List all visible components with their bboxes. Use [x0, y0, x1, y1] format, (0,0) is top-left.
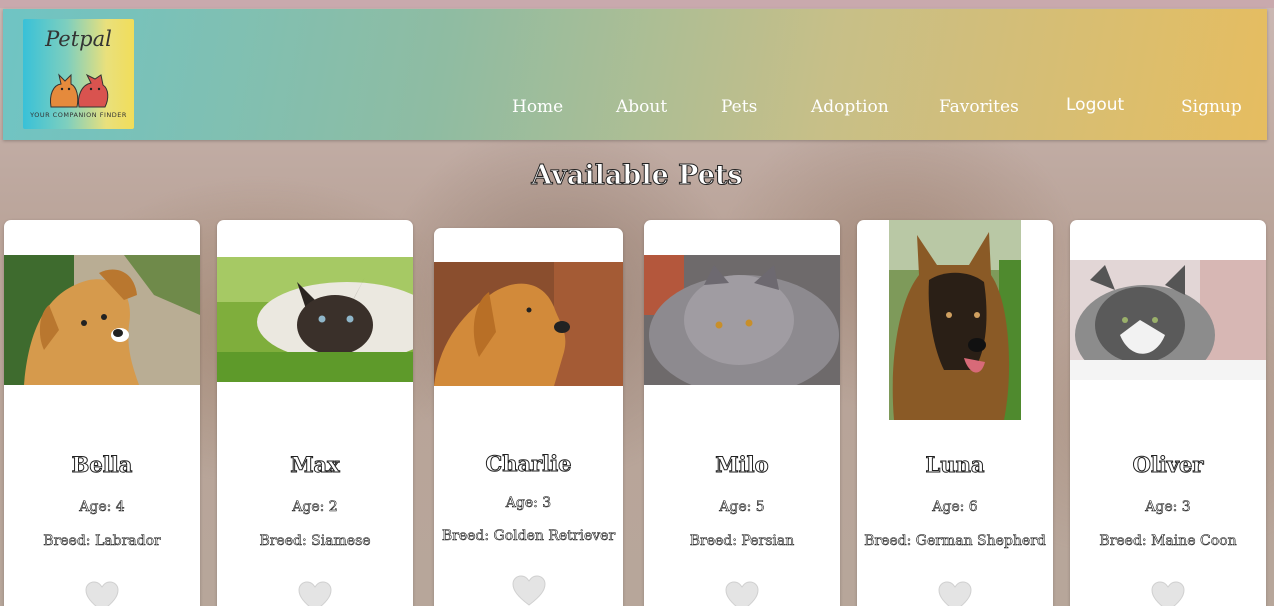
nav-favorites-link[interactable]: Favorites — [939, 97, 1019, 117]
pet-card[interactable]: Luna Age: 6 Breed: German Shepherd — [857, 220, 1053, 606]
pet-breed: Breed: Golden Retriever — [441, 528, 616, 545]
logo-tagline: YOUR COMPANION FINDER — [30, 111, 127, 119]
logo-wordmark: Petpal — [45, 27, 112, 51]
favorite-heart-icon[interactable] — [724, 581, 760, 606]
pet-photo — [1070, 260, 1266, 380]
site-logo[interactable]: Petpal YOUR COMPANION FINDER — [23, 19, 134, 129]
favorite-heart-icon[interactable] — [1150, 581, 1186, 606]
favorite-heart-icon[interactable] — [84, 581, 120, 606]
pet-name: Bella — [71, 452, 133, 478]
page-top-strip — [0, 0, 1274, 8]
site-header: Petpal YOUR COMPANION FINDER Home About … — [3, 9, 1267, 140]
pet-age: Age: 3 — [505, 495, 552, 512]
pet-name: Luna — [925, 452, 985, 478]
pet-card[interactable]: Milo Age: 5 Breed: Persian — [644, 220, 840, 606]
pet-breed: Breed: German Shepherd — [864, 533, 1046, 550]
cat-photo-icon — [644, 255, 840, 385]
favorite-heart-icon[interactable] — [937, 581, 973, 606]
pet-photo — [4, 255, 200, 385]
pet-age: Age: 6 — [932, 499, 978, 516]
pet-name: Max — [290, 452, 340, 478]
pet-age: Age: 4 — [79, 499, 125, 516]
pet-photo — [434, 262, 623, 386]
favorite-heart-icon[interactable] — [297, 581, 333, 606]
dog-photo-icon — [4, 255, 200, 385]
pet-name: Milo — [715, 452, 769, 478]
nav-home-link[interactable]: Home — [512, 97, 563, 117]
pet-breed: Breed: Labrador — [43, 533, 161, 550]
nav-pets-link[interactable]: Pets — [721, 97, 757, 117]
pet-card[interactable]: Max Age: 2 Breed: Siamese — [217, 220, 413, 606]
pet-age: Age: 5 — [719, 499, 765, 516]
nav-signup-link[interactable]: Signup — [1181, 97, 1242, 117]
dog-photo-icon — [889, 220, 1021, 420]
page-title: Available Pets — [531, 160, 743, 192]
pet-photo — [644, 255, 840, 385]
pet-card[interactable]: Oliver Age: 3 Breed: Maine Coon — [1070, 220, 1266, 606]
pet-name: Charlie — [485, 451, 572, 477]
pet-breed: Breed: Siamese — [259, 533, 371, 550]
favorite-heart-icon[interactable] — [511, 575, 547, 606]
pet-breed: Breed: Maine Coon — [1099, 533, 1237, 550]
pet-photo — [217, 257, 413, 382]
pet-card[interactable]: Bella Age: 4 Breed: Labrador — [4, 220, 200, 606]
nav-about-link[interactable]: About — [616, 97, 667, 117]
nav-adoption-link[interactable]: Adoption — [811, 97, 889, 117]
pet-age: Age: 3 — [1145, 499, 1191, 516]
cat-photo-icon — [217, 257, 413, 382]
pet-photo — [889, 220, 1021, 420]
dog-photo-icon — [434, 262, 623, 386]
cat-photo-icon — [1070, 260, 1266, 380]
nav-logout-link[interactable]: Logout — [1066, 95, 1124, 115]
pet-age: Age: 2 — [292, 499, 338, 516]
pet-name: Oliver — [1132, 452, 1204, 478]
pet-breed: Breed: Persian — [689, 533, 795, 550]
pet-card[interactable]: Charlie Age: 3 Breed: Golden Retriever — [434, 228, 623, 606]
pets-logo-icon — [50, 73, 109, 108]
